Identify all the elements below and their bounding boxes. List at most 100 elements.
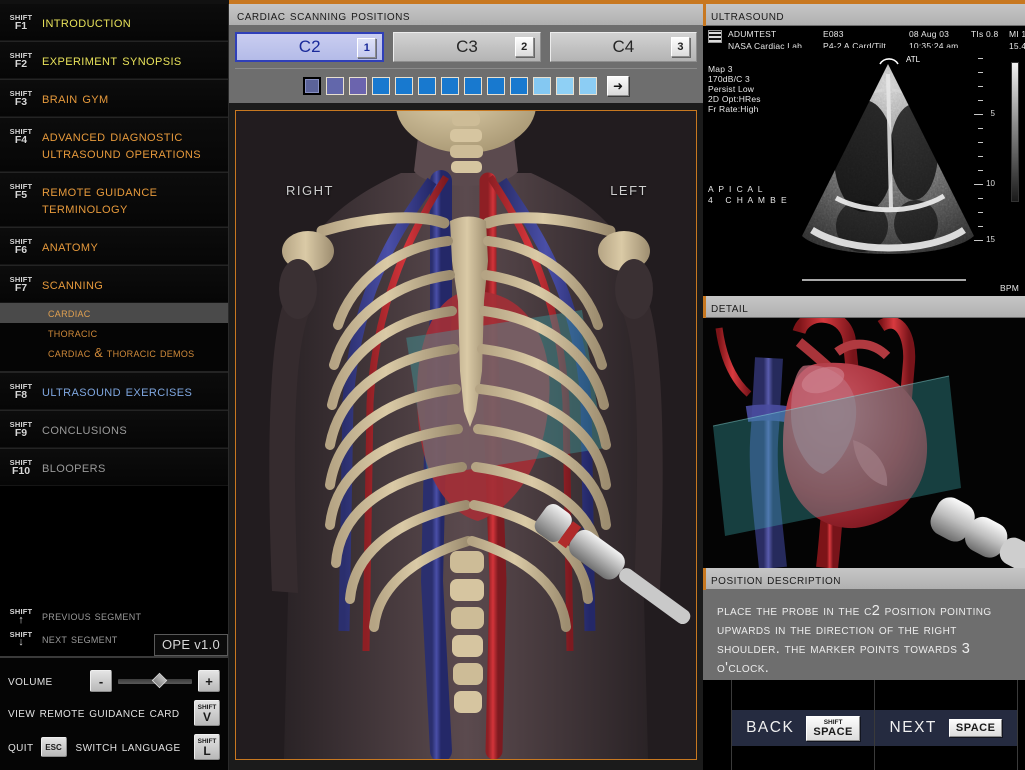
heart-detail-illustration <box>703 318 1025 568</box>
depth-scale: 5 10 15 <box>973 52 995 252</box>
frame-swatch-4[interactable] <box>372 77 390 95</box>
frame-swatch-3[interactable] <box>349 77 367 95</box>
frame-swatch-12[interactable] <box>556 77 574 95</box>
tab-c4-shortcut: 3 <box>670 37 690 57</box>
probe-marker-label: ATL <box>906 55 921 64</box>
frame-swatch-13[interactable] <box>579 77 597 95</box>
volume-slider-track[interactable] <box>118 672 192 688</box>
guidance-card-row[interactable]: View remote guidance card SHIFT V <box>0 696 228 730</box>
volume-label: Volume <box>8 673 53 689</box>
shortcut-key-esc[interactable]: ESC <box>40 737 67 757</box>
tab-c4[interactable]: C4 3 <box>549 32 697 62</box>
frame-swatch-1[interactable] <box>303 77 321 95</box>
volume-increase-button[interactable]: + <box>198 670 220 692</box>
next-button-label: NEXT <box>889 719 937 736</box>
shortcut-key-shift-v[interactable]: SHIFT V <box>194 700 220 726</box>
ultrasound-title: Ultrasound <box>711 6 785 23</box>
frame-swatch-8[interactable] <box>464 77 482 95</box>
ultrasound-date: 08 Aug 03 <box>909 29 950 39</box>
scanning-sub-menu: Cardiac Thoracic Cardiac & Thoracic Demo… <box>0 303 228 372</box>
frame-swatch-7[interactable] <box>441 77 459 95</box>
back-shortcut-key: SHIFT SPACE <box>806 715 860 741</box>
shortcut-key-f6: SHIFT F6 <box>9 237 33 256</box>
shortcut-key-shift-l[interactable]: SHIFT L <box>194 734 220 760</box>
ultrasound-setting-opt: 2D Opt:HRes <box>708 94 761 104</box>
sidebar-subitem-cardiac-thoracic-demos[interactable]: Cardiac & Thoracic Demos <box>0 343 228 363</box>
ultrasound-view-label-line1: A P I C A L <box>708 184 764 194</box>
grayscale-gradient-bar <box>1011 62 1019 202</box>
sidebar-item-label: Introduction <box>42 14 132 31</box>
tab-c4-label: C4 <box>612 37 635 56</box>
sidebar-item-advanced-diagnostic-ultrasound-operations[interactable]: SHIFT F4 Advanced Diagnostic Ultrasound … <box>0 117 228 172</box>
shortcut-key-f9: SHIFT F9 <box>9 420 33 439</box>
depth-tick-15: 15 <box>986 235 995 244</box>
position-toolbar: C2 1 C3 2 C4 3 ➜ <box>229 26 703 103</box>
tab-c3-shortcut: 2 <box>514 37 534 57</box>
sidebar-subitem-cardiac[interactable]: Cardiac <box>0 303 228 323</box>
viewport-label-right: Right <box>286 179 334 199</box>
ultrasound-image-panel[interactable]: ADUMTEST NASA Cardiac Lab E083 P4-2 A.Ca… <box>703 26 1025 296</box>
tab-c2[interactable]: C2 1 <box>235 32 385 62</box>
shortcut-key-f4: SHIFT F4 <box>9 127 33 146</box>
sidebar-item-experiment-synopsis[interactable]: SHIFT F2 Experiment synopsis <box>0 41 228 79</box>
frame-swatch-10[interactable] <box>510 77 528 95</box>
frame-swatch-6[interactable] <box>418 77 436 95</box>
previous-segment-button[interactable]: SHIFT ↑ Previous Segment <box>0 605 228 628</box>
next-frame-arrow-icon[interactable]: ➜ <box>607 76 629 96</box>
tab-c3[interactable]: C3 2 <box>393 32 541 62</box>
sidebar-item-label: Scanning <box>42 276 104 293</box>
tab-c3-label: C3 <box>456 37 478 56</box>
ultrasound-setting-map: Map 3 <box>708 64 733 74</box>
sidebar-item-label: Conclusions <box>42 421 128 438</box>
volume-decrease-button[interactable]: - <box>90 670 112 692</box>
nav-right-filler <box>1017 680 1025 770</box>
sidebar-item-label: Anatomy <box>42 238 99 255</box>
switch-language-label[interactable]: Switch language <box>76 739 181 755</box>
sidebar-subitem-thoracic[interactable]: Thoracic <box>0 323 228 343</box>
sidebar-item-label: Remote Guidance Terminology <box>42 183 158 217</box>
volume-slider-knob[interactable] <box>151 672 168 688</box>
depth-tick-5: 5 <box>990 109 995 118</box>
next-button[interactable]: NEXT SPACE <box>875 710 1017 746</box>
ultrasound-preset-code: E083 <box>823 29 844 39</box>
sidebar-item-label: Brain Gym <box>42 90 109 107</box>
ultrasound-setting-framerate: Fr Rate:High <box>708 104 759 114</box>
sidebar-item-ultrasound-exercises[interactable]: SHIFT F8 Ultrasound Exercises <box>0 372 228 410</box>
frame-swatch-9[interactable] <box>487 77 505 95</box>
sidebar-item-bloopers[interactable]: SHIFT F10 Bloopers <box>0 448 228 486</box>
echo-sector-image: ATL <box>788 48 988 288</box>
detail-image-panel[interactable] <box>703 318 1025 568</box>
bpm-label: BPM <box>999 283 1019 293</box>
frame-swatch-strip: ➜ <box>235 68 697 103</box>
tab-c2-shortcut: 1 <box>357 38 377 58</box>
sidebar-item-anatomy[interactable]: SHIFT F6 Anatomy <box>0 227 228 265</box>
sidebar-item-label: Advanced Diagnostic Ultrasound Operation… <box>42 128 201 162</box>
ultrasound-mi: MI 1.0 <box>1009 29 1025 39</box>
sidebar-item-scanning[interactable]: SHIFT F7 Scanning <box>0 265 228 303</box>
frame-swatch-11[interactable] <box>533 77 551 95</box>
position-description-text: Place the probe in the C2 position point… <box>717 603 992 676</box>
sidebar-item-conclusions[interactable]: SHIFT F9 Conclusions <box>0 410 228 448</box>
sidebar-item-brain-gym[interactable]: SHIFT F3 Brain Gym <box>0 79 228 117</box>
previous-segment-label: Previous Segment <box>42 609 142 624</box>
anatomy-viewport[interactable]: Right Left <box>235 110 697 760</box>
next-shortcut-key: SPACE <box>948 719 1003 737</box>
back-button-label: BACK <box>746 719 795 736</box>
sidebar-item-remote-guidance-terminology[interactable]: SHIFT F5 Remote Guidance Terminology <box>0 172 228 227</box>
sidebar-controls: Volume - + View remote guidance card SHI… <box>0 656 228 770</box>
quit-label[interactable]: Quit <box>8 739 34 755</box>
sidebar-item-label: Ultrasound Exercises <box>42 383 193 400</box>
sidebar-item-label: Experiment synopsis <box>42 52 182 69</box>
volume-slider[interactable]: - + <box>90 670 220 692</box>
frame-swatch-2[interactable] <box>326 77 344 95</box>
ultrasound-machine-id: ADUMTEST <box>728 29 777 39</box>
ultrasound-setting-persist: Persist Low <box>708 84 755 94</box>
frame-swatch-5[interactable] <box>395 77 413 95</box>
shortcut-key-f7: SHIFT F7 <box>9 275 33 294</box>
sidebar-item-introduction[interactable]: SHIFT F1 Introduction <box>0 4 228 41</box>
version-badge: OPE v1.0 <box>153 634 228 656</box>
back-button[interactable]: BACK SHIFT SPACE <box>732 710 874 746</box>
shortcut-key-f5: SHIFT F5 <box>9 182 33 201</box>
shortcut-key-shift-up: SHIFT ↑ <box>9 607 33 626</box>
